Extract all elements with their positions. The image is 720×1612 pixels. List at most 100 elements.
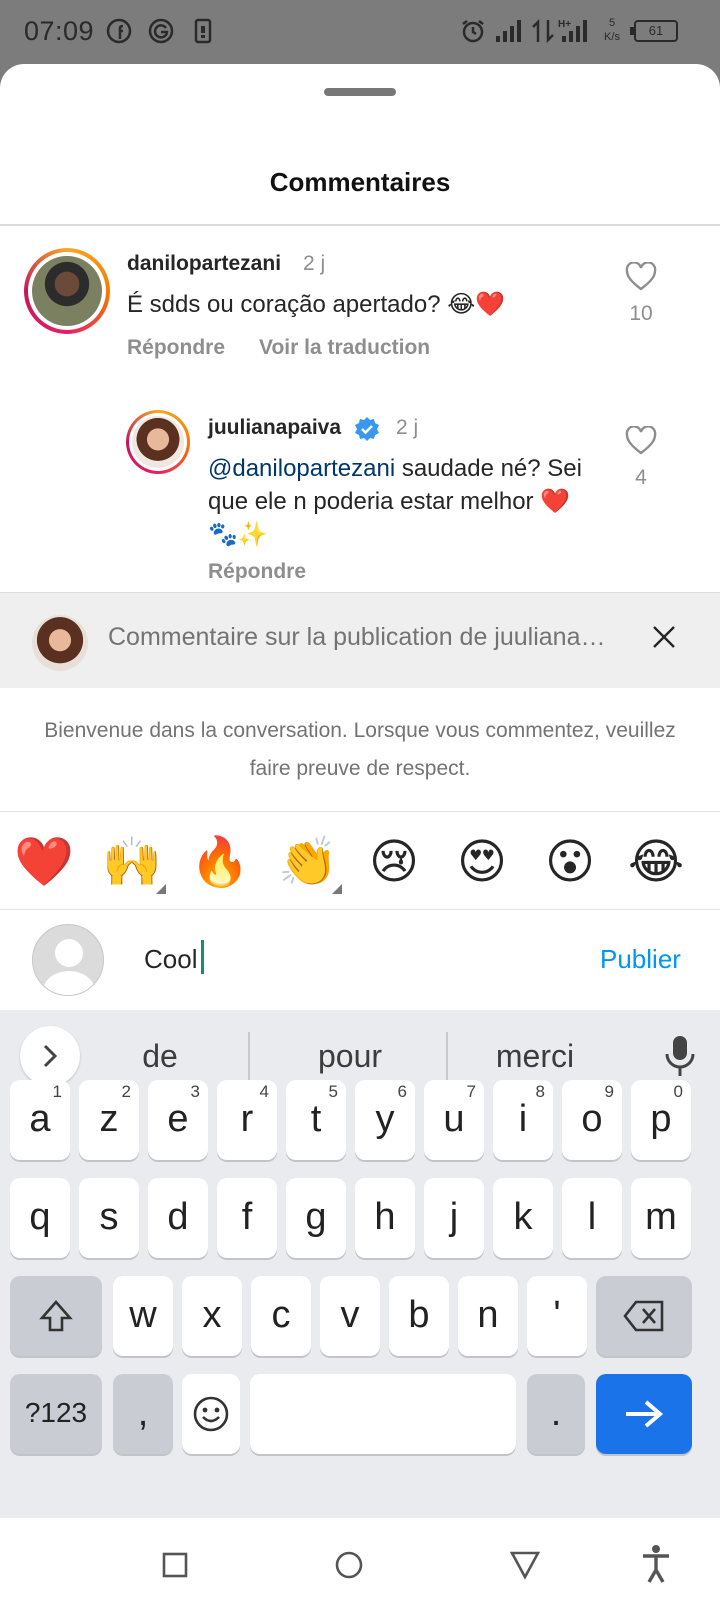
accessibility-icon[interactable] (640, 1544, 672, 1584)
send-key[interactable] (596, 1374, 692, 1454)
key-label: a (29, 1098, 51, 1140)
reply-button[interactable]: Répondre (127, 336, 225, 360)
avatar (32, 615, 88, 671)
comments-sheet: Commentaires danilopartezani 2 j É sdds … (0, 64, 720, 1612)
network-speed: 5 K/s (600, 16, 624, 44)
verified-badge-icon (355, 417, 379, 441)
battery-level: 61 (648, 23, 664, 38)
emoji-key[interactable] (182, 1374, 240, 1454)
drag-handle[interactable] (324, 88, 396, 96)
send-icon (626, 1400, 664, 1428)
signal-hplus-icon: H+ (558, 19, 587, 42)
key-x[interactable]: x (182, 1276, 242, 1356)
key-number-hint: 1 (52, 1082, 62, 1101)
chevron-right-icon (43, 1044, 58, 1068)
emoji-crying[interactable]: 😢 (362, 834, 426, 890)
key-number-hint: 6 (397, 1082, 407, 1101)
comment-input-value: Cool (144, 944, 198, 974)
symbols-key[interactable]: ?123 (10, 1374, 102, 1454)
suggestion-1[interactable]: de (100, 1038, 220, 1075)
reply-context-text: Commentaire sur la publication de juulia… (108, 623, 606, 651)
backspace-key[interactable] (596, 1276, 692, 1356)
key-w[interactable]: w (113, 1276, 173, 1356)
welcome-text: Bienvenue dans la conversation. Lorsque … (44, 719, 676, 780)
avatar-danilopartezani[interactable] (24, 248, 110, 334)
comma-key[interactable]: , (113, 1374, 173, 1454)
comment-time: 2 j (303, 252, 326, 275)
comment-text: É sdds ou coração apertado? 😂❤️ (127, 291, 506, 318)
close-icon[interactable] (650, 623, 678, 651)
home-icon[interactable] (334, 1550, 364, 1580)
key-f[interactable]: f (217, 1178, 277, 1258)
emoji-clapping[interactable]: 👏 (276, 834, 340, 890)
divider (248, 1032, 250, 1080)
key-number-hint: 2 (121, 1082, 131, 1101)
comment-username[interactable]: juulianapaiva (208, 416, 341, 440)
shift-icon (39, 1300, 73, 1332)
space-key[interactable] (250, 1374, 516, 1454)
key-v[interactable]: v (320, 1276, 380, 1356)
period-key[interactable]: . (527, 1374, 585, 1454)
key-k[interactable]: k (493, 1178, 553, 1258)
reply-button[interactable]: Répondre (208, 560, 306, 584)
microphone-icon[interactable] (662, 1034, 698, 1078)
like-count: 10 (629, 302, 653, 325)
key-c[interactable]: c (251, 1276, 311, 1356)
net-speed-unit: K/s (604, 31, 620, 43)
avatar-juulianapaiva[interactable] (126, 410, 190, 474)
suggestion-3[interactable]: merci (470, 1038, 600, 1075)
emoji-laughing[interactable]: 😂 (624, 834, 688, 890)
alarm-icon (462, 20, 484, 43)
key-e[interactable]: e3 (148, 1080, 208, 1160)
key-t[interactable]: t5 (286, 1080, 346, 1160)
key-r[interactable]: r4 (217, 1080, 277, 1160)
key-q[interactable]: q (10, 1178, 70, 1258)
key-d[interactable]: d (148, 1178, 208, 1258)
key-i[interactable]: i8 (493, 1080, 553, 1160)
status-time: 07:09 (24, 16, 95, 46)
sheet-title: Commentaires (269, 167, 451, 197)
emoji-heart[interactable]: ❤️ (12, 834, 76, 890)
svg-text:H+: H+ (558, 19, 571, 30)
key-y[interactable]: y6 (355, 1080, 415, 1160)
key-number-hint: 0 (673, 1082, 683, 1101)
emoji-fire[interactable]: 🔥 (188, 834, 252, 890)
see-translation-button[interactable]: Voir la traduction (259, 336, 430, 360)
recents-icon[interactable] (162, 1552, 188, 1578)
key-n[interactable]: n (458, 1276, 518, 1356)
key-z[interactable]: z2 (79, 1080, 139, 1160)
key-m[interactable]: m (631, 1178, 691, 1258)
reply-context-bar: Commentaire sur la publication de juulia… (0, 592, 720, 688)
key-l[interactable]: l (562, 1178, 622, 1258)
publish-button[interactable]: Publier (600, 944, 681, 975)
comment-input[interactable]: Cool (144, 940, 205, 975)
key-j[interactable]: j (424, 1178, 484, 1258)
key-s[interactable]: s (79, 1178, 139, 1258)
mention-link[interactable]: @danilopartezani (208, 455, 395, 482)
keyboard: de pour merci a1z2e3r4t5y6u7i8o9p0 qsdfg… (0, 1010, 720, 1518)
key-o[interactable]: o9 (562, 1080, 622, 1160)
text-caret (201, 940, 205, 974)
key-p[interactable]: p0 (631, 1080, 691, 1160)
emoji-raised-hands[interactable]: 🙌 (100, 834, 164, 890)
key-number-hint: 7 (466, 1082, 476, 1101)
emoji-surprised[interactable]: 😮 (538, 834, 602, 890)
like-heart-icon[interactable] (625, 262, 657, 292)
suggestion-2[interactable]: pour (280, 1038, 420, 1075)
key-u[interactable]: u7 (424, 1080, 484, 1160)
key-a[interactable]: a1 (10, 1080, 70, 1160)
shift-key[interactable] (10, 1276, 102, 1356)
key-h[interactable]: h (355, 1178, 415, 1258)
status-bar: 07:09 H+ 5 K/s 61 (0, 0, 720, 64)
key-b[interactable]: b (389, 1276, 449, 1356)
key-number-hint: 4 (259, 1082, 269, 1101)
expand-toolbar-button[interactable] (20, 1026, 80, 1086)
key-apostrophe[interactable]: ' (527, 1276, 587, 1356)
google-icon (148, 18, 174, 44)
back-icon[interactable] (509, 1550, 541, 1580)
comment-username[interactable]: danilopartezani (127, 252, 281, 276)
key-g[interactable]: g (286, 1178, 346, 1258)
skin-tone-indicator (156, 884, 166, 894)
emoji-heart-eyes[interactable]: 😍 (450, 834, 514, 890)
like-heart-icon[interactable] (625, 426, 657, 456)
